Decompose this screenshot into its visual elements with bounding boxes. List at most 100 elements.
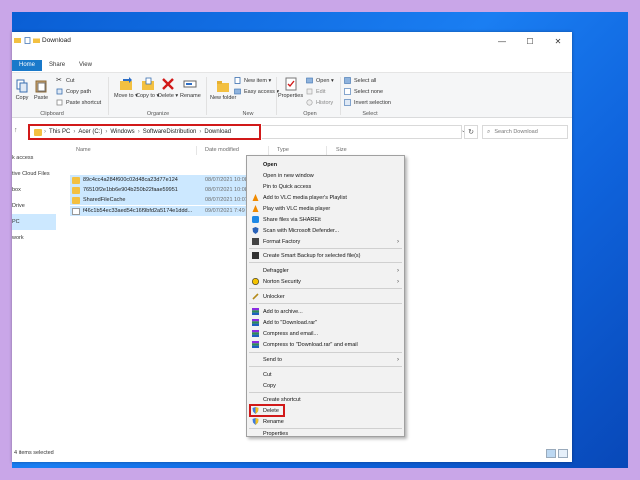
address-bar-empty-area[interactable] (262, 125, 462, 139)
invert-selection-button[interactable]: Invert selection (344, 99, 391, 106)
open-group: Properties Open ▾ Edit History Open (278, 75, 342, 117)
copy-path-button[interactable]: Copy path (56, 88, 91, 95)
copy-path-icon (56, 88, 63, 95)
nav-item-this-pc[interactable]: PC (12, 214, 56, 230)
column-header-size[interactable]: Size (336, 147, 347, 153)
cut-button[interactable]: ✂ Cut (56, 77, 75, 84)
search-input[interactable]: ⌕ Search Download (482, 125, 568, 139)
open-ribbon-button[interactable]: Open ▾ (306, 77, 334, 84)
chevron-right-icon: › (73, 129, 76, 135)
menu-item-add-to-vlc-playlist[interactable]: Add to VLC media player's Playlist (247, 192, 404, 203)
menu-separator (249, 303, 402, 304)
copy-icon (16, 79, 28, 93)
submenu-arrow-icon: › (397, 267, 399, 274)
history-button[interactable]: History (306, 99, 333, 106)
menu-item-copy[interactable]: Copy (247, 380, 404, 391)
menu-item-defraggler[interactable]: Defraggler › (247, 265, 404, 276)
menu-item-compress-to-rar-and-email[interactable]: Compress to "Download.rar" and email (247, 339, 404, 350)
edit-button[interactable]: Edit (306, 88, 325, 95)
file-row[interactable]: 76510f2e1bb6e904b250b22faae59951 08/07/2… (70, 185, 258, 195)
vlc-icon (252, 205, 259, 212)
move-to-button[interactable]: Move to ▾ (114, 77, 138, 99)
nav-item-onedrive[interactable]: Drive (12, 198, 56, 214)
menu-item-unlocker[interactable]: Unlocker (247, 291, 404, 302)
copy-button[interactable]: Copy (15, 79, 29, 101)
column-divider (268, 146, 269, 155)
desktop-background: Download — ☐ ✕ Home Share View Copy Past… (12, 12, 628, 468)
organize-group-label: Organize (146, 111, 170, 117)
menu-item-open[interactable]: Open (247, 159, 404, 170)
select-all-icon (344, 77, 351, 84)
select-none-button[interactable]: Select none (344, 88, 383, 95)
file-row[interactable]: f46c1b54ec33aed54c16f9bfd2a5174e1ddd... … (70, 206, 258, 216)
address-bar[interactable]: › This PC › Acer (C:) › Windows › Softwa… (28, 124, 261, 140)
menu-item-play-with-vlc[interactable]: Play with VLC media player (247, 203, 404, 214)
nav-item-quick-access[interactable]: k access (12, 150, 56, 166)
nav-item-dropbox[interactable]: box (12, 182, 56, 198)
breadcrumb-download[interactable]: Download (204, 129, 231, 135)
new-folder-icon (217, 81, 230, 92)
nav-item-creative-cloud-files[interactable]: tive Cloud Files (12, 166, 56, 182)
rename-icon (183, 80, 197, 88)
paste-button[interactable]: Paste (34, 79, 48, 101)
column-header-type[interactable]: Type (277, 147, 289, 153)
search-placeholder: Search Download (494, 129, 538, 135)
menu-item-scan-with-defender[interactable]: Scan with Microsoft Defender... (247, 225, 404, 236)
rename-button[interactable]: Rename (180, 77, 201, 99)
menu-item-properties[interactable]: Properties (247, 428, 404, 439)
breadcrumb-windows[interactable]: Windows (110, 129, 134, 135)
properties-ribbon-button[interactable]: Properties (278, 77, 303, 99)
menu-item-norton-security[interactable]: Norton Security › (247, 276, 404, 287)
folder-icon (72, 196, 80, 204)
up-arrow-icon[interactable]: ↑ (14, 127, 18, 134)
menu-separator (249, 288, 402, 289)
close-button[interactable]: ✕ (544, 32, 572, 50)
maximize-button[interactable]: ☐ (516, 32, 544, 50)
breadcrumb-softwaredistribution[interactable]: SoftwareDistribution (143, 129, 197, 135)
select-all-button[interactable]: Select all (344, 77, 376, 84)
delete-ribbon-button[interactable]: Delete ▾ (158, 77, 178, 99)
copy-to-button[interactable]: Copy to ▾ (136, 77, 159, 99)
menu-item-add-to-archive[interactable]: Add to archive... (247, 306, 404, 317)
breadcrumb-this-pc[interactable]: This PC (49, 129, 70, 135)
menu-item-pin-to-quick-access[interactable]: Pin to Quick access (247, 181, 404, 192)
backup-icon (252, 252, 259, 259)
file-row[interactable]: 89c4cc4a284f600c02d48ca23d77e124 08/07/2… (70, 175, 258, 185)
menu-item-compress-and-email[interactable]: Compress and email... (247, 328, 404, 339)
nav-item-network[interactable]: work (12, 230, 56, 246)
chevron-right-icon: › (44, 129, 46, 135)
menu-separator (249, 352, 402, 353)
open-group-label: Open (303, 111, 317, 117)
minimize-button[interactable]: — (488, 32, 516, 50)
menu-item-open-in-new-window[interactable]: Open in new window (247, 170, 404, 181)
clipboard-group: Copy Paste ✂ Cut Copy path Paste shortcu… (12, 75, 102, 117)
new-folder-quick-icon[interactable] (33, 37, 40, 44)
menu-item-rename[interactable]: Rename (247, 416, 404, 427)
menu-item-format-factory[interactable]: Format Factory › (247, 236, 404, 247)
menu-item-create-smart-backup[interactable]: Create Smart Backup for selected file(s) (247, 250, 404, 261)
breadcrumb-acer-c[interactable]: Acer (C:) (78, 129, 102, 135)
norton-icon (252, 278, 259, 285)
chevron-right-icon: › (199, 129, 202, 135)
menu-item-send-to[interactable]: Send to › (247, 354, 404, 365)
tab-share[interactable]: Share (42, 60, 72, 71)
refresh-icon[interactable]: ↻ (464, 125, 478, 139)
menu-item-add-to-download-rar[interactable]: Add to "Download.rar" (247, 317, 404, 328)
new-folder-button[interactable]: New folder (210, 79, 236, 101)
menu-item-share-via-shareit[interactable]: Share files via SHAREit (247, 214, 404, 225)
window-title: Download (42, 37, 71, 44)
clipboard-group-label: Clipboard (40, 111, 64, 117)
easy-access-button[interactable]: Easy access ▾ (234, 88, 279, 95)
properties-quick-icon[interactable] (24, 37, 31, 44)
file-row[interactable]: SharedFileCache 08/07/2021 10:07 (70, 195, 258, 205)
tab-view[interactable]: View (72, 60, 99, 71)
title-bar: Download — ☐ ✕ (12, 32, 572, 50)
column-header-name[interactable]: Name (76, 147, 91, 153)
menu-item-cut[interactable]: Cut (247, 369, 404, 380)
column-header-date[interactable]: Date modified (205, 147, 239, 153)
large-icons-view-icon[interactable] (558, 449, 568, 458)
details-view-icon[interactable] (546, 449, 556, 458)
tab-home[interactable]: Home (12, 60, 43, 71)
paste-shortcut-button[interactable]: Paste shortcut (56, 99, 101, 106)
new-item-button[interactable]: New item ▾ (234, 77, 271, 84)
